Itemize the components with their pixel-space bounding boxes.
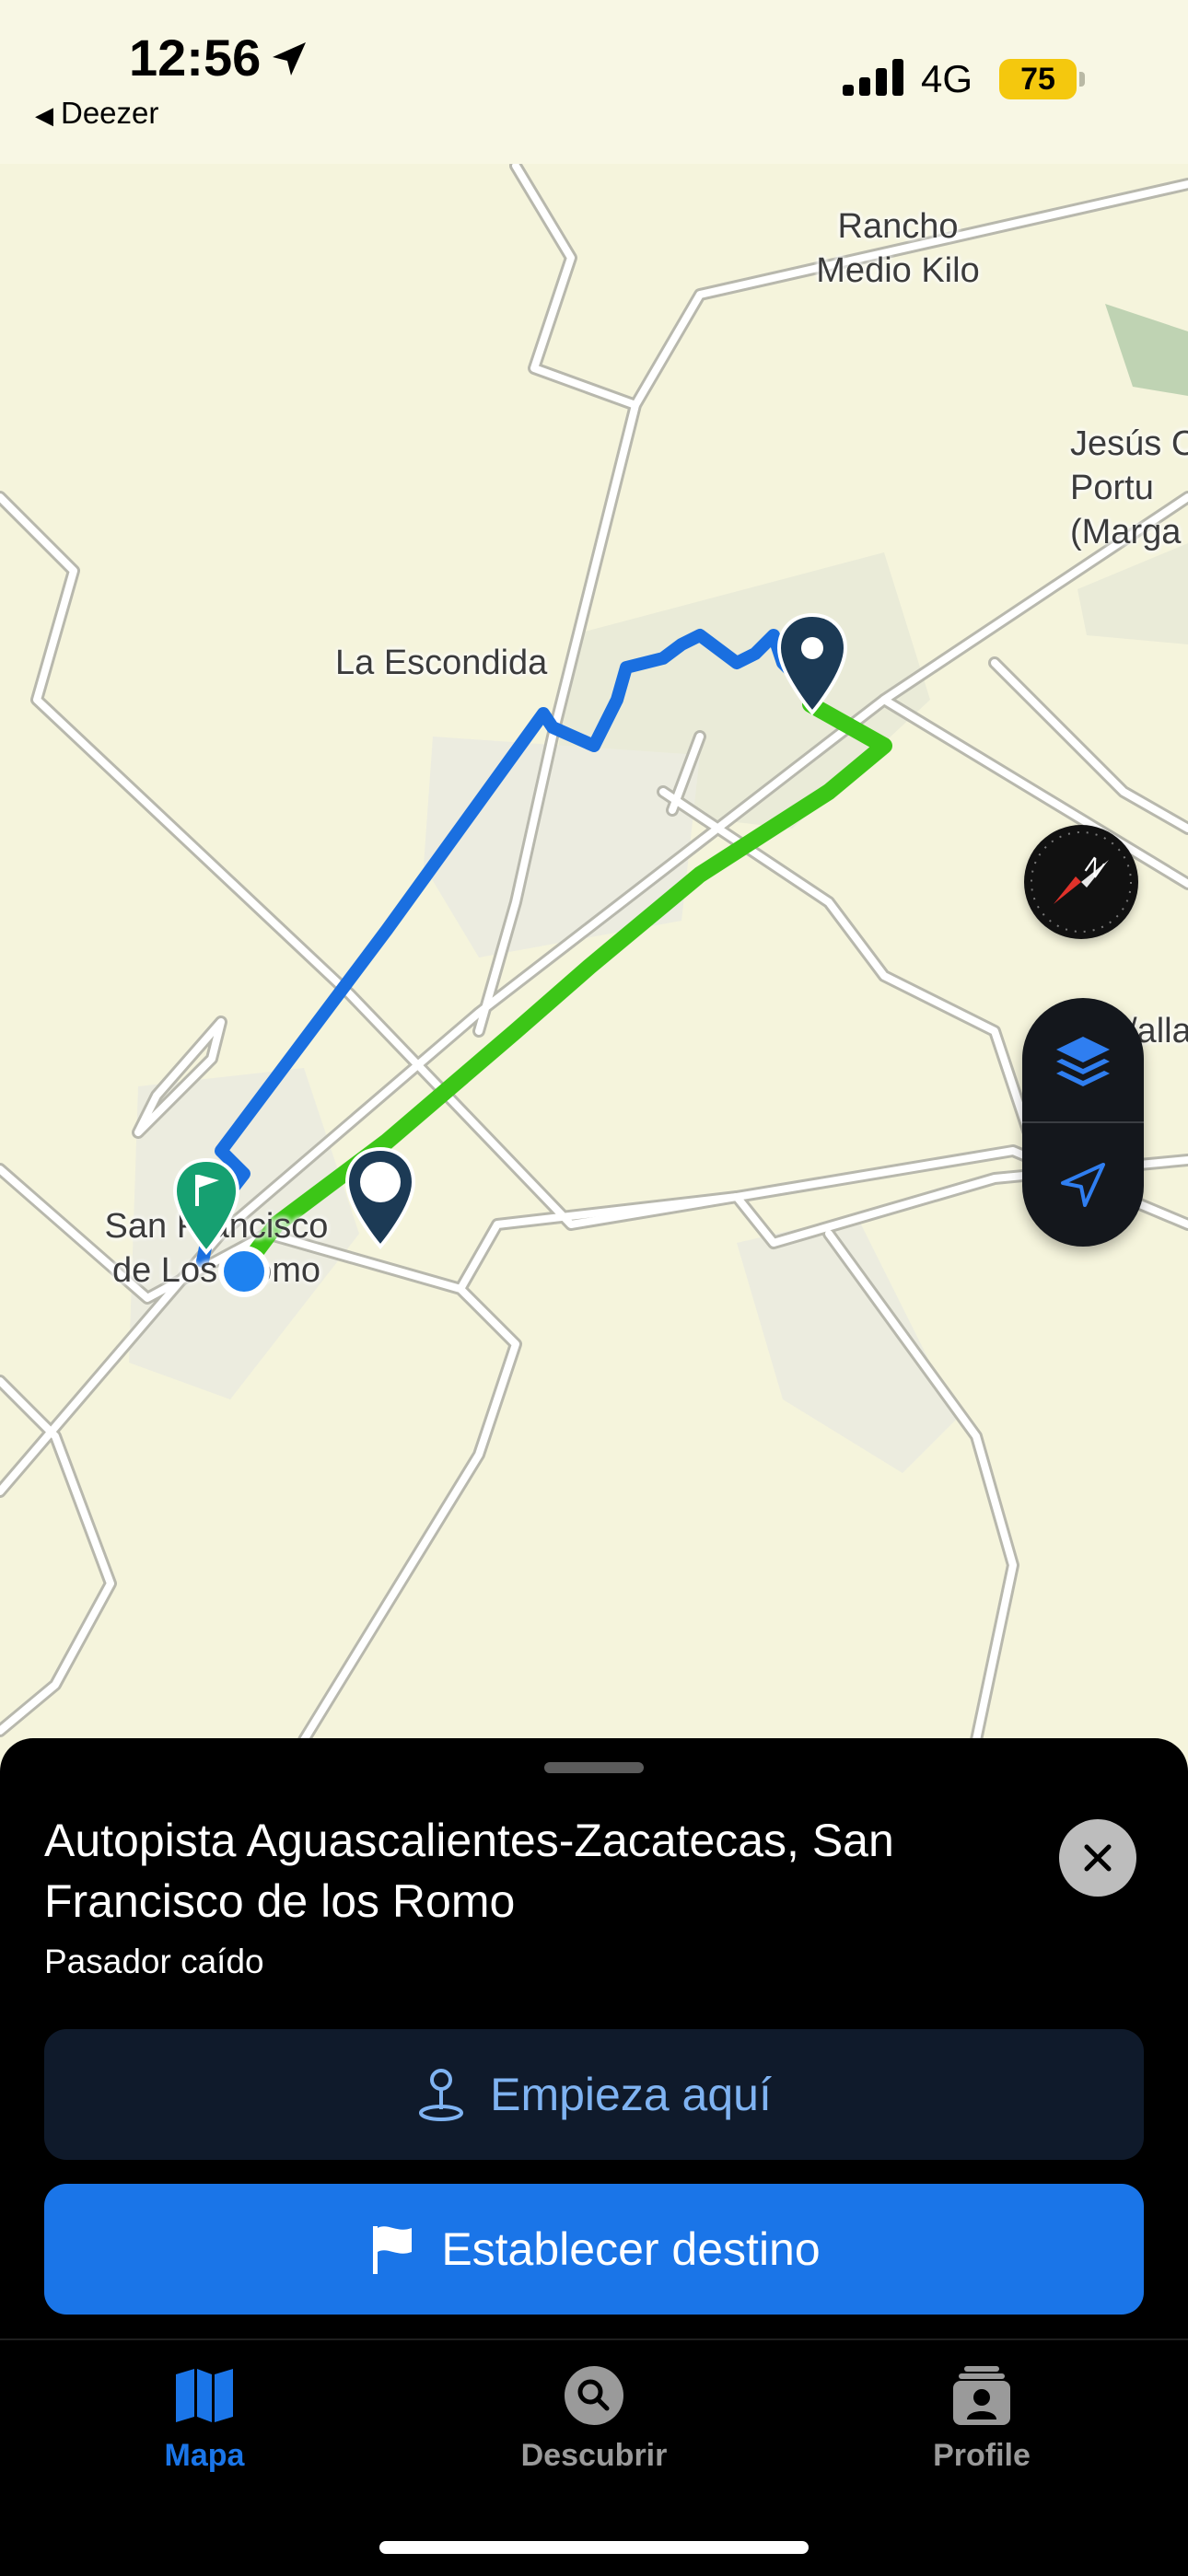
start-here-label: Empieza aquí <box>490 2069 772 2120</box>
tab-mapa[interactable]: Mapa <box>94 2359 315 2474</box>
start-here-button[interactable]: Empieza aquí <box>44 2029 1144 2160</box>
status-time: 12:56 <box>129 29 262 87</box>
cellular-signal-icon <box>843 59 903 96</box>
tab-bar: Mapa Descubrir Profile <box>0 2338 1188 2576</box>
set-destination-button[interactable]: Establecer destino <box>44 2184 1144 2315</box>
flag-icon <box>373 2226 413 2274</box>
back-triangle-icon: ◀ <box>35 101 53 129</box>
place-subtitle: Pasador caído <box>44 1943 264 1980</box>
locate-button[interactable] <box>1022 1123 1144 1247</box>
status-bar: 12:56 ◀ Deezer 4G 75 <box>0 0 1188 164</box>
back-to-app-link[interactable]: ◀ Deezer <box>35 96 158 131</box>
layers-icon <box>1056 1037 1110 1086</box>
battery-indicator: 75 <box>999 59 1077 99</box>
place-title: Autopista Aguascalientes-Zacatecas, San … <box>44 1815 894 1927</box>
location-services-icon <box>273 42 306 75</box>
map-pin-icon[interactable] <box>775 611 849 720</box>
sheet-drag-handle[interactable] <box>544 1762 644 1773</box>
tab-mapa-label: Mapa <box>164 2438 245 2473</box>
map-roads <box>0 0 1188 1746</box>
tab-profile-label: Profile <box>933 2438 1031 2473</box>
home-indicator[interactable] <box>379 2541 809 2554</box>
map-label-rancho: Rancho Medio Kilo <box>816 207 980 290</box>
tab-descubrir-label: Descubrir <box>520 2438 668 2473</box>
tab-descubrir[interactable]: Descubrir <box>483 2359 705 2474</box>
set-destination-label: Establecer destino <box>441 2223 821 2275</box>
tab-profile[interactable]: Profile <box>871 2359 1092 2474</box>
profile-icon <box>953 2366 1010 2425</box>
place-sheet: Autopista Aguascalientes-Zacatecas, San … <box>0 1738 1188 2338</box>
close-icon <box>1084 1844 1112 1872</box>
dropped-pin-icon[interactable] <box>344 1145 417 1254</box>
battery-tip <box>1079 72 1085 87</box>
close-button[interactable] <box>1059 1819 1136 1897</box>
svg-text:N: N <box>1080 851 1111 883</box>
layers-button[interactable] <box>1022 998 1144 1121</box>
map-label-jesus: Jesús C Portu (Marga <box>1070 424 1188 551</box>
map-controls <box>1022 998 1144 1247</box>
start-pin-icon <box>419 2069 464 2121</box>
location-arrow-icon <box>1061 1163 1105 1207</box>
map-canvas[interactable]: Rancho Medio Kilo La Escondida Jesús C P… <box>0 0 1188 1746</box>
compass-icon[interactable]: N <box>1024 825 1138 939</box>
network-type: 4G <box>921 57 973 100</box>
map-label-escondida: La Escondida <box>335 644 548 682</box>
user-location-icon <box>218 1246 270 1297</box>
map-icon <box>176 2369 233 2422</box>
back-app-label: Deezer <box>61 96 159 130</box>
search-icon <box>565 2366 623 2425</box>
